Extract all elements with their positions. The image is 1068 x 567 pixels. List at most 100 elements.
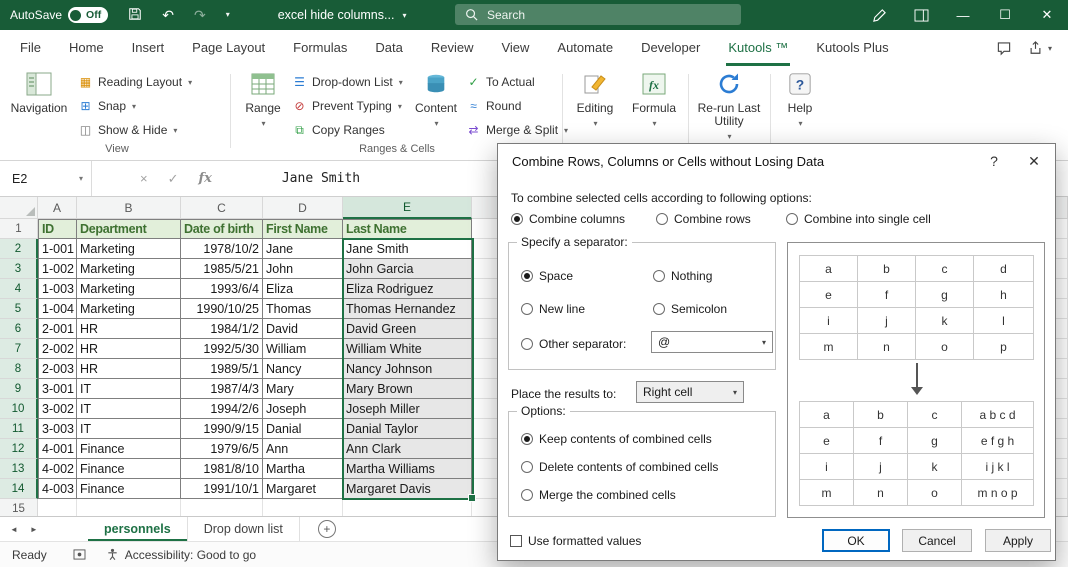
pen-icon[interactable] [858,0,900,30]
cell-A7[interactable]: 2-002 [38,339,77,359]
cell-B15[interactable] [77,499,181,516]
radio-delete-contents[interactable]: Delete contents of combined cells [521,460,718,474]
radio-combine-rows[interactable]: Combine rows [656,212,751,226]
cell-C13[interactable]: 1981/8/10 [181,459,263,479]
sheet-tab-personnels[interactable]: personnels [88,517,188,541]
insert-function-icon[interactable]: fx [199,171,212,186]
cell-B9[interactable]: IT [77,379,181,399]
radio-semicolon[interactable]: Semicolon [653,302,727,316]
ribbon-button-formula[interactable]: fx Formula ▾ [626,69,682,130]
ok-button[interactable]: OK [822,529,890,552]
ribbon-button-range[interactable]: Range ▾ [236,69,290,130]
radio-nothing[interactable]: Nothing [653,269,712,283]
cell-A4[interactable]: 1-003 [38,279,77,299]
cell-A10[interactable]: 3-002 [38,399,77,419]
cell-A6[interactable]: 2-001 [38,319,77,339]
undo-icon[interactable]: ↶ [162,8,174,22]
cell-E2[interactable]: Jane Smith [343,239,472,259]
radio-merge-cells[interactable]: Merge the combined cells [521,488,676,502]
use-formatted-values-checkbox[interactable]: Use formatted values [510,534,641,548]
cell-C2[interactable]: 1978/10/2 [181,239,263,259]
cell-B13[interactable]: Finance [77,459,181,479]
row-header-9[interactable]: 9 [0,379,38,399]
radio-keep-contents[interactable]: Keep contents of combined cells [521,432,712,446]
ribbon-display-icon[interactable] [900,0,942,30]
cell-E11[interactable]: Danial Taylor [343,419,472,439]
cell-A13[interactable]: 4-002 [38,459,77,479]
ribbon-button-prevent-typing[interactable]: ⊘ Prevent Typing ▾ [292,95,401,117]
cell-B7[interactable]: HR [77,339,181,359]
cell-D1[interactable]: First Name [263,219,343,239]
ribbon-tab-kutools[interactable]: Kutools ™ [714,30,802,66]
radio-new-line[interactable]: New line [521,302,585,316]
row-header-15[interactable]: 15 [0,499,38,516]
cell-E14[interactable]: Margaret Davis [343,479,472,499]
cell-C9[interactable]: 1987/4/3 [181,379,263,399]
row-header-4[interactable]: 4 [0,279,38,299]
column-header-A[interactable]: A [38,197,77,219]
ribbon-button-reading-layout[interactable]: ▦ Reading Layout ▾ [78,71,192,93]
ribbon-tab-data[interactable]: Data [361,30,416,66]
row-header-1[interactable]: 1 [0,219,38,239]
sheet-nav-prev-icon[interactable]: ◄ [10,525,18,534]
ribbon-tab-file[interactable]: File [6,30,55,66]
cell-E5[interactable]: Thomas Hernandez [343,299,472,319]
ribbon-button-round[interactable]: ≈ Round [466,95,521,117]
cell-A9[interactable]: 3-001 [38,379,77,399]
row-header-3[interactable]: 3 [0,259,38,279]
cell-E13[interactable]: Martha Williams [343,459,472,479]
cell-C5[interactable]: 1990/10/25 [181,299,263,319]
cell-C11[interactable]: 1990/9/15 [181,419,263,439]
ribbon-tab-review[interactable]: Review [417,30,488,66]
ribbon-button-dropdown-list[interactable]: ☰ Drop-down List ▾ [292,71,403,93]
cell-A5[interactable]: 1-004 [38,299,77,319]
ribbon-tab-home[interactable]: Home [55,30,118,66]
cell-A1[interactable]: ID [38,219,77,239]
ribbon-button-merge-split[interactable]: ⇄ Merge & Split ▾ [466,119,568,141]
cell-E8[interactable]: Nancy Johnson [343,359,472,379]
radio-combine-columns[interactable]: Combine columns [511,212,625,226]
cell-C10[interactable]: 1994/2/6 [181,399,263,419]
ribbon-button-help[interactable]: ? Help ▾ [776,69,824,130]
cell-B3[interactable]: Marketing [77,259,181,279]
cell-C15[interactable] [181,499,263,516]
formula-cancel-icon[interactable]: × [140,171,148,186]
cell-E3[interactable]: John Garcia [343,259,472,279]
row-header-14[interactable]: 14 [0,479,38,499]
cell-A12[interactable]: 4-001 [38,439,77,459]
cell-E1[interactable]: Last Name [343,219,472,239]
cell-C3[interactable]: 1985/5/21 [181,259,263,279]
ribbon-tab-page-layout[interactable]: Page Layout [178,30,279,66]
cell-C12[interactable]: 1979/6/5 [181,439,263,459]
add-sheet-button[interactable]: + [317,520,336,538]
cell-B12[interactable]: Finance [77,439,181,459]
accessibility-icon[interactable] [106,548,119,561]
ribbon-tab-automate[interactable]: Automate [543,30,627,66]
cell-D11[interactable]: Danial [263,419,343,439]
radio-space[interactable]: Space [521,269,573,283]
cell-C7[interactable]: 1992/5/30 [181,339,263,359]
cell-D3[interactable]: John [263,259,343,279]
cell-A3[interactable]: 1-002 [38,259,77,279]
cell-C1[interactable]: Date of birth [181,219,263,239]
row-header-8[interactable]: 8 [0,359,38,379]
cell-D5[interactable]: Thomas [263,299,343,319]
apply-button[interactable]: Apply [985,529,1051,552]
radio-other-separator[interactable]: Other separator: [521,337,626,351]
macro-record-icon[interactable] [73,549,86,560]
search-input[interactable]: Search [455,4,741,25]
ribbon-button-snap[interactable]: ⊞ Snap ▾ [78,95,136,117]
cell-D6[interactable]: David [263,319,343,339]
ribbon-tab-developer[interactable]: Developer [627,30,714,66]
ribbon-button-to-actual[interactable]: ✓ To Actual [466,71,534,93]
ribbon-button-rerun-last-utility[interactable]: Re-run Last Utility ▾ [694,69,764,143]
sheet-tab-drop-down-list[interactable]: Drop down list [188,517,300,541]
cell-C14[interactable]: 1991/10/1 [181,479,263,499]
ribbon-tab-formulas[interactable]: Formulas [279,30,361,66]
comments-icon[interactable] [996,41,1012,56]
accessibility-status[interactable]: Accessibility: Good to go [125,548,256,562]
cell-B11[interactable]: IT [77,419,181,439]
cell-A14[interactable]: 4-003 [38,479,77,499]
cell-E12[interactable]: Ann Clark [343,439,472,459]
ribbon-tab-insert[interactable]: Insert [118,30,179,66]
